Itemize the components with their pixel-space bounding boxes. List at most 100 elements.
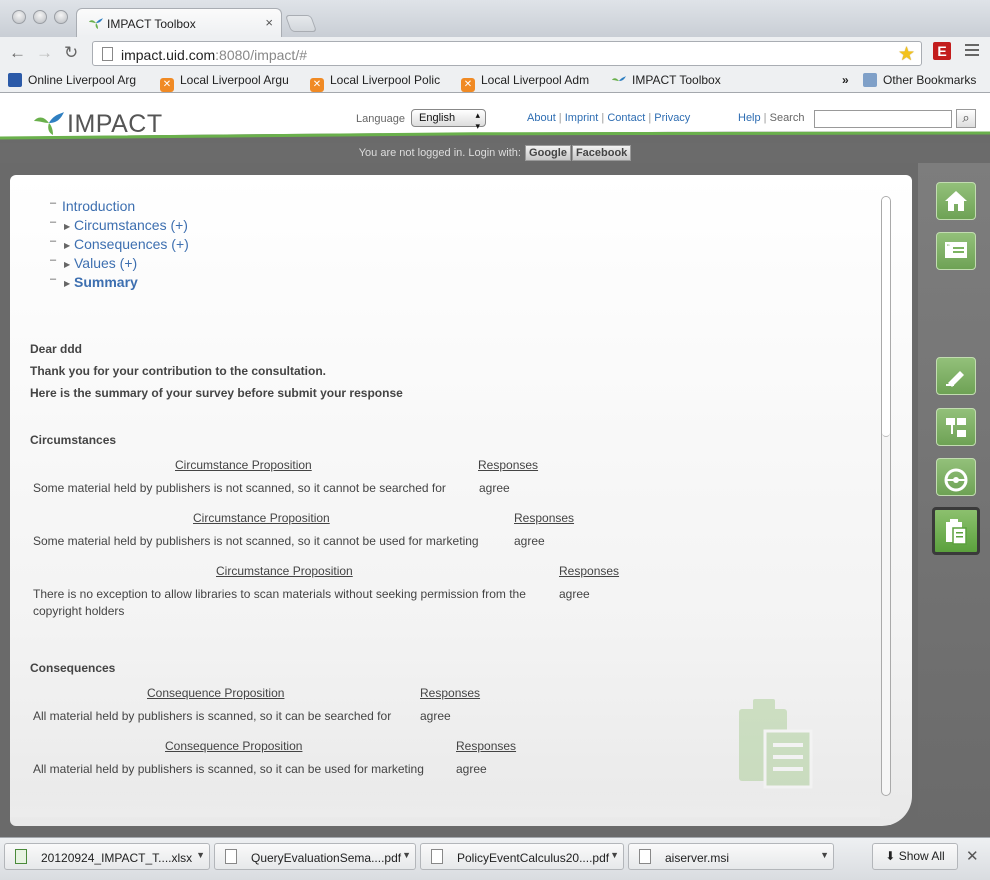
dropdown-arrow-icon[interactable]: ▼ (610, 850, 619, 860)
window-zoom-button[interactable] (54, 10, 68, 24)
bookmark-item[interactable]: ✕ Local Liverpool Polic (310, 73, 440, 92)
google-login-button[interactable]: Google (525, 145, 571, 161)
browser-tab-active[interactable]: IMPACT Toolbox × (76, 8, 282, 37)
about-link[interactable]: About (527, 112, 556, 124)
search-input[interactable] (814, 110, 952, 128)
expand-arrow-icon[interactable]: ▶ (64, 274, 70, 293)
dropdown-arrow-icon[interactable]: ▼ (402, 850, 411, 860)
response-cell: agree (559, 587, 590, 601)
privacy-link[interactable]: Privacy (654, 112, 690, 124)
select-arrows-icon: ▴ ▾ (475, 110, 480, 131)
consequence-col-header: Consequence Proposition (165, 739, 303, 753)
circumstance-col-header: Circumstance Proposition (175, 458, 312, 472)
show-all-downloads-button[interactable]: ⬇ Show All (872, 843, 958, 870)
responses-col-header: Responses (478, 458, 539, 472)
download-item[interactable]: aiserver.msi ▼ (628, 843, 834, 870)
download-item[interactable]: PolicyEventCalculus20....pdf ▼ (420, 843, 624, 870)
comment-button[interactable]: “ (936, 232, 976, 270)
window-minimize-button[interactable] (33, 10, 47, 24)
consequences-heading: Consequences (30, 661, 116, 675)
reload-icon[interactable]: ↻ (64, 43, 78, 63)
search-label: Search (769, 112, 805, 124)
expand-arrow-icon[interactable]: ▶ (64, 255, 70, 274)
site-icon (8, 73, 22, 87)
expand-arrow-icon[interactable]: ▶ (64, 217, 70, 236)
impact-leaf-icon (89, 17, 103, 32)
address-bar[interactable]: impact.uid.com:8080/impact/# ★ (92, 41, 922, 66)
disc-button[interactable] (936, 458, 976, 496)
content-fade (10, 787, 880, 817)
new-tab-button[interactable] (284, 15, 318, 32)
imprint-link[interactable]: Imprint (565, 112, 599, 124)
download-item[interactable]: 20120924_IMPACT_T....xlsx ▼ (4, 843, 210, 870)
circumstance-col-header: Circumstance Proposition (193, 511, 330, 525)
wrench-menu-icon[interactable] (965, 44, 979, 59)
bookmark-item[interactable]: ✕ Local Liverpool Adm (461, 73, 589, 92)
scrollbar-thumb[interactable] (882, 197, 890, 437)
diagram-icon (946, 418, 966, 437)
intro-text: Here is the summary of your survey befor… (30, 386, 403, 400)
response-cell: agree (479, 481, 510, 495)
header-swoosh (0, 131, 990, 143)
svg-text:“: “ (947, 243, 950, 252)
comment-icon: “ (945, 242, 967, 258)
close-shelf-icon[interactable]: ✕ (966, 847, 979, 865)
extension-icon[interactable]: E (933, 42, 951, 60)
back-icon[interactable]: ← (9, 43, 26, 63)
proposition-cell: All material held by publishers is scann… (33, 762, 424, 776)
edit-button[interactable] (936, 357, 976, 395)
search-icon: ⌕ (962, 110, 970, 125)
help-search: Help | Search (738, 112, 805, 124)
proposition-cell: There is no exception to allow libraries… (33, 587, 526, 618)
language-select[interactable]: English ▴ ▾ (411, 109, 486, 131)
bookmark-item[interactable]: IMPACT Toolbox (612, 73, 721, 89)
expand-arrow-icon[interactable]: ▶ (64, 236, 70, 255)
response-cell: agree (456, 762, 487, 776)
tab-close-icon[interactable]: × (265, 15, 273, 30)
spreadsheet-file-icon (15, 849, 27, 864)
bookmarks-overflow-icon[interactable]: » (842, 73, 849, 87)
proposition-cell: All material held by publishers is scann… (33, 709, 392, 723)
login-bar: You are not logged in. Login with: Googl… (0, 143, 990, 163)
home-button[interactable] (936, 182, 976, 220)
responses-col-header: Responses (420, 686, 481, 700)
scrollbar[interactable] (881, 196, 891, 796)
summary-button[interactable] (932, 507, 980, 555)
consequence-col-header: Consequence Proposition (147, 686, 285, 700)
download-item[interactable]: QueryEvaluationSema....pdf ▼ (214, 843, 416, 870)
forward-icon[interactable]: → (36, 43, 53, 63)
help-link[interactable]: Help (738, 112, 761, 124)
other-bookmarks[interactable]: Other Bookmarks (863, 73, 976, 87)
contact-link[interactable]: Contact (607, 112, 645, 124)
search-button[interactable]: ⌕ (956, 109, 976, 128)
page-icon (102, 47, 113, 61)
bookmark-item[interactable]: Online Liverpool Arg (8, 73, 136, 87)
greeting: Dear ddd (30, 342, 83, 356)
proposition-cell: Some material held by publishers is not … (33, 534, 479, 548)
url-text: impact.uid.com:8080/impact/# (121, 47, 307, 63)
impact-leaf-icon (612, 75, 626, 89)
clipboard-icon (946, 519, 967, 545)
proposition-cell: Some material held by publishers is not … (33, 481, 446, 495)
bookmark-star-icon[interactable]: ★ (898, 43, 915, 66)
responses-col-header: Responses (514, 511, 575, 525)
tab-title: IMPACT Toolbox (107, 17, 196, 31)
folder-icon (863, 73, 877, 87)
window-close-button[interactable] (12, 10, 26, 24)
dropdown-arrow-icon[interactable]: ▼ (196, 850, 205, 860)
dropdown-arrow-icon[interactable]: ▼ (820, 850, 829, 860)
home-icon (945, 191, 967, 211)
pdf-file-icon (431, 849, 443, 864)
browser-tabstrip: IMPACT Toolbox × (0, 0, 990, 37)
responses-col-header: Responses (456, 739, 517, 753)
response-cell: agree (420, 709, 451, 723)
download-arrow-icon: ⬇ (885, 849, 896, 863)
top-links: About | Imprint | Contact | Privacy (527, 112, 691, 124)
responses-col-header: Responses (559, 564, 620, 578)
bookmark-item[interactable]: ✕ Local Liverpool Argu (160, 73, 289, 92)
facebook-login-button[interactable]: Facebook (571, 145, 632, 161)
file-icon (639, 849, 651, 864)
diagram-button[interactable] (936, 408, 976, 446)
pdf-file-icon (225, 849, 237, 864)
login-text: You are not logged in. Login with: (358, 147, 521, 159)
